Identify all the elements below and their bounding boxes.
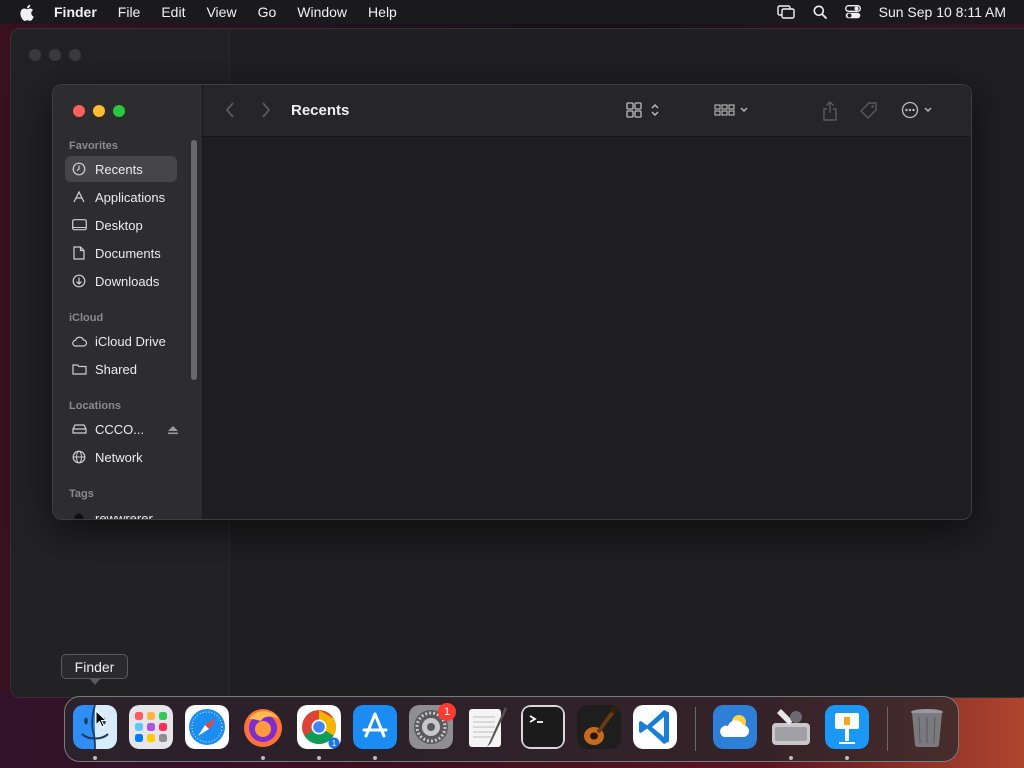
background-window-controls — [29, 49, 81, 61]
drive-icon — [71, 421, 87, 437]
dock-safari-icon[interactable] — [185, 705, 229, 749]
desktop-icon — [71, 217, 87, 233]
window-controls — [73, 105, 125, 117]
menu-bar-clock[interactable]: Sun Sep 10 8:11 AM — [879, 4, 1006, 20]
dock-terminal-icon[interactable] — [521, 705, 565, 749]
running-indicator — [845, 756, 849, 760]
menu-file[interactable]: File — [118, 4, 141, 20]
menu-view[interactable]: View — [206, 4, 236, 20]
sidebar-item-downloads[interactable]: Downloads — [65, 268, 177, 294]
network-icon — [71, 449, 87, 465]
menu-window[interactable]: Window — [297, 4, 347, 20]
dock-garageband-icon[interactable] — [577, 705, 621, 749]
sidebar-item-applications[interactable]: Applications — [65, 184, 177, 210]
menu-go[interactable]: Go — [258, 4, 277, 20]
finder-toolbar: Recents — [203, 85, 971, 137]
sidebar-header-locations: Locations — [69, 400, 121, 412]
spotlight-search-icon[interactable] — [813, 5, 827, 19]
sidebar-item-icloud-drive[interactable]: iCloud Drive — [65, 328, 177, 354]
dock-separator — [695, 707, 696, 751]
inactive-zoom-button[interactable] — [69, 49, 81, 61]
menu-app-name[interactable]: Finder — [54, 4, 97, 20]
back-chevron-icon[interactable] — [225, 101, 235, 119]
sidebar-item-label: CCCO... — [95, 421, 145, 437]
sidebar-header-icloud: iCloud — [69, 312, 104, 324]
running-indicator — [317, 756, 321, 760]
finder-content: Recents — [203, 85, 971, 519]
tag-icon[interactable] — [859, 101, 879, 121]
zoom-button[interactable] — [113, 105, 125, 117]
sidebar-header-tags: Tags — [69, 488, 94, 500]
menu-bar: Finder File Edit View Go Window Help Sun… — [0, 0, 1024, 24]
svg-text:1: 1 — [332, 739, 337, 748]
dock-trash-icon[interactable] — [905, 705, 949, 749]
running-indicator — [93, 756, 97, 760]
sidebar-header-favorites: Favorites — [69, 140, 118, 152]
finder-sidebar: Favorites Recents Applications Desktop D… — [53, 85, 203, 519]
share-icon[interactable] — [822, 101, 838, 121]
screen-mirroring-icon[interactable] — [776, 5, 795, 19]
download-icon — [71, 273, 87, 289]
dock-vscode-icon[interactable] — [633, 705, 677, 749]
inactive-close-button[interactable] — [29, 49, 41, 61]
sidebar-item-label: Applications — [95, 189, 166, 205]
sidebar-scrollbar[interactable] — [191, 140, 197, 380]
window-title: Recents — [291, 102, 350, 119]
sidebar-item-label: Documents — [95, 245, 161, 261]
shared-folder-icon — [71, 361, 87, 377]
dock-keynote-icon[interactable] — [825, 705, 869, 749]
sidebar-item-label: Recents — [95, 161, 143, 177]
sidebar-item-label: Desktop — [95, 217, 143, 233]
notification-badge: 1 — [438, 703, 456, 721]
dock: 1 — [64, 696, 959, 762]
control-center-icon[interactable] — [844, 5, 861, 19]
menu-help[interactable]: Help — [368, 4, 397, 20]
sidebar-item-recents[interactable]: Recents — [65, 156, 177, 182]
finder-window[interactable]: Favorites Recents Applications Desktop D… — [52, 84, 972, 520]
sidebar-item-label: rewwrerer — [95, 510, 153, 520]
icon-view-icon[interactable] — [626, 101, 662, 119]
dock-tooltip: Finder — [61, 654, 128, 679]
tag-dot-icon — [71, 510, 87, 519]
sidebar-item-label: Network — [95, 449, 143, 465]
sidebar-item-label: Shared — [95, 361, 137, 377]
document-icon — [71, 245, 87, 261]
cloud-icon — [71, 333, 87, 349]
sidebar-item-shared[interactable]: Shared — [65, 356, 177, 382]
close-button[interactable] — [73, 105, 85, 117]
running-indicator — [261, 756, 265, 760]
dock-chrome-icon[interactable]: 1 — [297, 705, 341, 749]
sidebar-item-desktop[interactable]: Desktop — [65, 212, 177, 238]
menu-edit[interactable]: Edit — [161, 4, 185, 20]
sidebar-item-ccco-drive[interactable]: CCCO... — [65, 416, 178, 442]
applications-icon — [71, 189, 87, 205]
dock-textedit-icon[interactable] — [465, 705, 509, 749]
dock-launchpad-icon[interactable] — [129, 705, 173, 749]
dock-firefox-icon[interactable] — [241, 705, 285, 749]
dock-app-store-icon[interactable] — [353, 705, 397, 749]
group-by-icon[interactable] — [714, 101, 750, 119]
sidebar-item-network[interactable]: Network — [65, 444, 177, 470]
running-indicator — [373, 756, 377, 760]
sidebar-item-label: iCloud Drive — [95, 333, 166, 349]
minimize-button[interactable] — [93, 105, 105, 117]
inactive-minimize-button[interactable] — [49, 49, 61, 61]
dock-disk-utility-icon[interactable] — [769, 705, 813, 749]
apple-menu-icon[interactable] — [19, 4, 35, 21]
sidebar-item-documents[interactable]: Documents — [65, 240, 177, 266]
more-actions-icon[interactable] — [901, 101, 937, 119]
dock-tooltip-tail — [89, 678, 101, 685]
running-indicator — [789, 756, 793, 760]
dock-weather-icon[interactable] — [713, 705, 757, 749]
eject-icon[interactable] — [167, 423, 179, 438]
dock-separator — [887, 707, 888, 751]
clock-icon — [71, 161, 87, 177]
forward-chevron-icon[interactable] — [261, 101, 271, 119]
sidebar-item-tag[interactable]: rewwrerer — [65, 505, 177, 520]
mouse-pointer-icon — [95, 709, 108, 733]
sidebar-item-label: Downloads — [95, 273, 160, 289]
